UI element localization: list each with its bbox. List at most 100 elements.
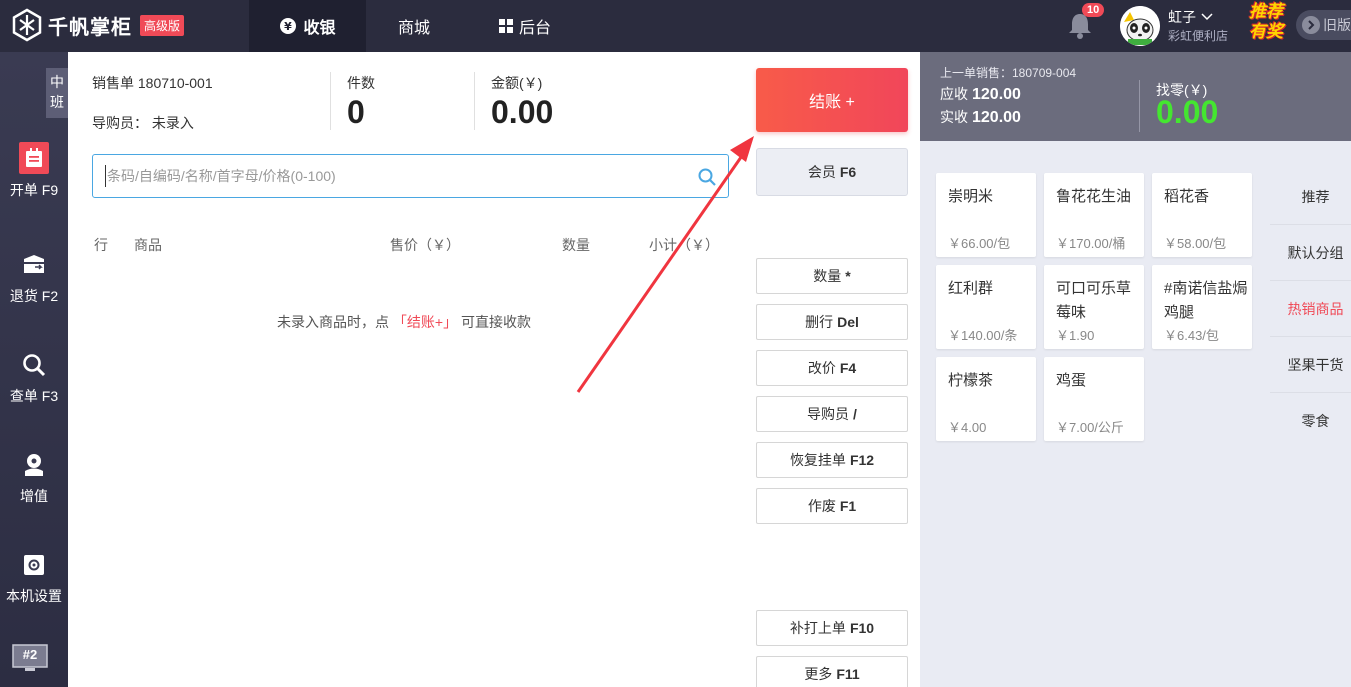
avatar[interactable]	[1120, 6, 1160, 46]
divider	[1270, 224, 1351, 225]
product-name: 可口可乐草莓味	[1056, 280, 1132, 321]
product-price: ￥66.00/包	[948, 236, 1011, 251]
product-name: 柠檬茶	[948, 372, 994, 389]
delete-row-button[interactable]: 删行 Del	[756, 304, 908, 340]
divider	[1270, 392, 1351, 393]
reprint-shortcut: F10	[849, 620, 875, 636]
column-header-product: 商品	[134, 237, 162, 253]
sidebar-item-label: 查单 F3	[9, 388, 59, 404]
item-count-label: 件数	[347, 75, 375, 91]
top-bar: 千帆掌柜 高级版 ¥ 收银 商城 后台 10 虹子 彩虹便利店 推荐 有奖 旧版	[0, 0, 1351, 52]
quantity-shortcut: *	[845, 268, 851, 284]
product-name: #南诺信盐焗鸡腿	[1164, 280, 1248, 321]
left-sidebar: 中班 开单 F9 退货 F2 查单 F3 增值 本机设置 #2	[0, 52, 68, 687]
category-nuts[interactable]: 坚果干货	[1280, 355, 1351, 375]
sidebar-item-return[interactable]: 退货 F2	[0, 250, 68, 306]
sidebar-item-lookup[interactable]: 查单 F3	[0, 350, 68, 406]
divider	[474, 72, 475, 130]
logo-text: 千帆掌柜	[48, 16, 132, 39]
terminal-number: #2	[22, 647, 38, 662]
product-card[interactable]: #南诺信盐焗鸡腿 ￥6.43/包	[1152, 265, 1252, 349]
product-card[interactable]: 柠檬茶 ￥4.00	[936, 357, 1036, 441]
empty-tip-highlight: 「结账+」	[392, 314, 458, 330]
restore-held-order-button[interactable]: 恢复挂单 F12	[756, 442, 908, 478]
last-sale-panel: 上一单销售：180709-004 应收 120.00 实收 120.00 找零(￥)…	[920, 52, 1351, 141]
product-card[interactable]: 红利群 ￥140.00/条	[936, 265, 1036, 349]
return-box-icon	[19, 250, 49, 280]
category-default-group[interactable]: 默认分组	[1280, 243, 1351, 263]
tab-cashier[interactable]: ¥ 收银	[249, 0, 366, 52]
divider	[1270, 280, 1351, 281]
delete-row-shortcut: Del	[837, 314, 859, 330]
sales-guide-shortcut: /	[853, 406, 857, 422]
product-name: 红利群	[948, 280, 994, 297]
void-button[interactable]: 作废 F1	[756, 488, 908, 524]
checkout-button[interactable]: 结账 +	[756, 68, 908, 132]
product-card[interactable]: 稻花香 ￥58.00/包	[1152, 173, 1252, 257]
sidebar-item-label: 退货 F2	[9, 288, 59, 304]
sales-guide-btn-label: 导购员	[807, 406, 850, 422]
product-card[interactable]: 可口可乐草莓味 ￥1.90	[1044, 265, 1144, 349]
receivable-label: 应收	[940, 86, 968, 102]
tab-backend[interactable]: 后台	[480, 0, 570, 52]
sales-guide-button[interactable]: 导购员 /	[756, 396, 908, 432]
old-version-label: 旧版	[1323, 17, 1351, 33]
received-row: 实收 120.00	[940, 107, 1021, 127]
amount-value: 0.00	[491, 94, 554, 130]
product-price: ￥170.00/桶	[1056, 236, 1126, 251]
chevron-down-icon	[1201, 13, 1213, 21]
search-icon[interactable]	[697, 167, 717, 187]
product-price: ￥140.00/条	[948, 328, 1018, 343]
order-number-label: 销售单	[92, 75, 134, 91]
sidebar-item-local-settings[interactable]: 本机设置	[0, 550, 68, 606]
referral-promo[interactable]: 推荐 有奖	[1240, 2, 1292, 48]
product-card[interactable]: 崇明米 ￥66.00/包	[936, 173, 1036, 257]
terminal-indicator: #2	[12, 644, 48, 674]
notification-badge: 10	[1082, 3, 1105, 17]
product-name: 崇明米	[948, 188, 994, 205]
product-price: ￥1.90	[1056, 328, 1095, 343]
column-header-price: 售价（￥）	[390, 237, 460, 253]
chevron-right-icon	[1302, 16, 1320, 34]
tab-backend-label: 后台	[518, 20, 551, 37]
old-version-button[interactable]: 旧版	[1296, 10, 1351, 40]
member-button[interactable]: 会员 F6	[756, 148, 908, 196]
sidebar-item-value-added[interactable]: 增值	[0, 450, 68, 506]
sidebar-item-label: 开单 F9	[9, 182, 59, 198]
tab-mall[interactable]: 商城	[366, 0, 462, 52]
void-label: 作废	[807, 498, 836, 514]
sales-guide-value: 未录入	[151, 115, 194, 131]
member-shortcut: F6	[839, 164, 857, 180]
change-price-button[interactable]: 改价 F4	[756, 350, 908, 386]
main-panel: 销售单 180710-001 导购员： 未录入 件数 0 金额(￥) 0.00 …	[68, 52, 920, 687]
product-card[interactable]: 鲁花花生油 ￥170.00/桶	[1044, 173, 1144, 257]
edition-badge: 高级版	[140, 14, 185, 36]
grid-icon	[498, 19, 513, 33]
sidebar-item-new-order[interactable]: 开单 F9	[0, 142, 68, 200]
more-button[interactable]: 更多 F11	[756, 656, 908, 687]
user-name[interactable]: 虹子	[1168, 7, 1214, 27]
reprint-last-order-button[interactable]: 补打上单 F10	[756, 610, 908, 646]
category-recommended[interactable]: 推荐	[1280, 187, 1351, 207]
quantity-label: 数量	[813, 268, 842, 284]
sales-guide-label: 导购员：	[92, 115, 148, 131]
user-name-label: 虹子	[1168, 9, 1196, 25]
search-input[interactable]	[105, 165, 685, 187]
quantity-button[interactable]: 数量 *	[756, 258, 908, 294]
item-count-value: 0	[347, 94, 365, 130]
product-card[interactable]: 鸡蛋 ￥7.00/公斤	[1044, 357, 1144, 441]
change-price-label: 改价	[807, 360, 836, 376]
promo-line-2: 有奖	[1249, 22, 1283, 41]
restore-held-label: 恢复挂单	[789, 452, 846, 468]
sidebar-item-label: 增值	[20, 488, 48, 504]
more-label: 更多	[804, 666, 833, 682]
received-label: 实收	[940, 109, 968, 125]
search-icon	[19, 350, 49, 380]
receivable-row: 应收 120.00	[940, 84, 1021, 104]
order-number: 销售单 180710-001	[92, 73, 213, 93]
category-hot-sellers[interactable]: 热销商品	[1280, 299, 1351, 319]
product-name: 稻花香	[1164, 188, 1210, 205]
more-shortcut: F11	[836, 666, 860, 682]
category-snacks[interactable]: 零食	[1280, 411, 1351, 431]
logo: 千帆掌柜 高级版	[10, 8, 185, 42]
